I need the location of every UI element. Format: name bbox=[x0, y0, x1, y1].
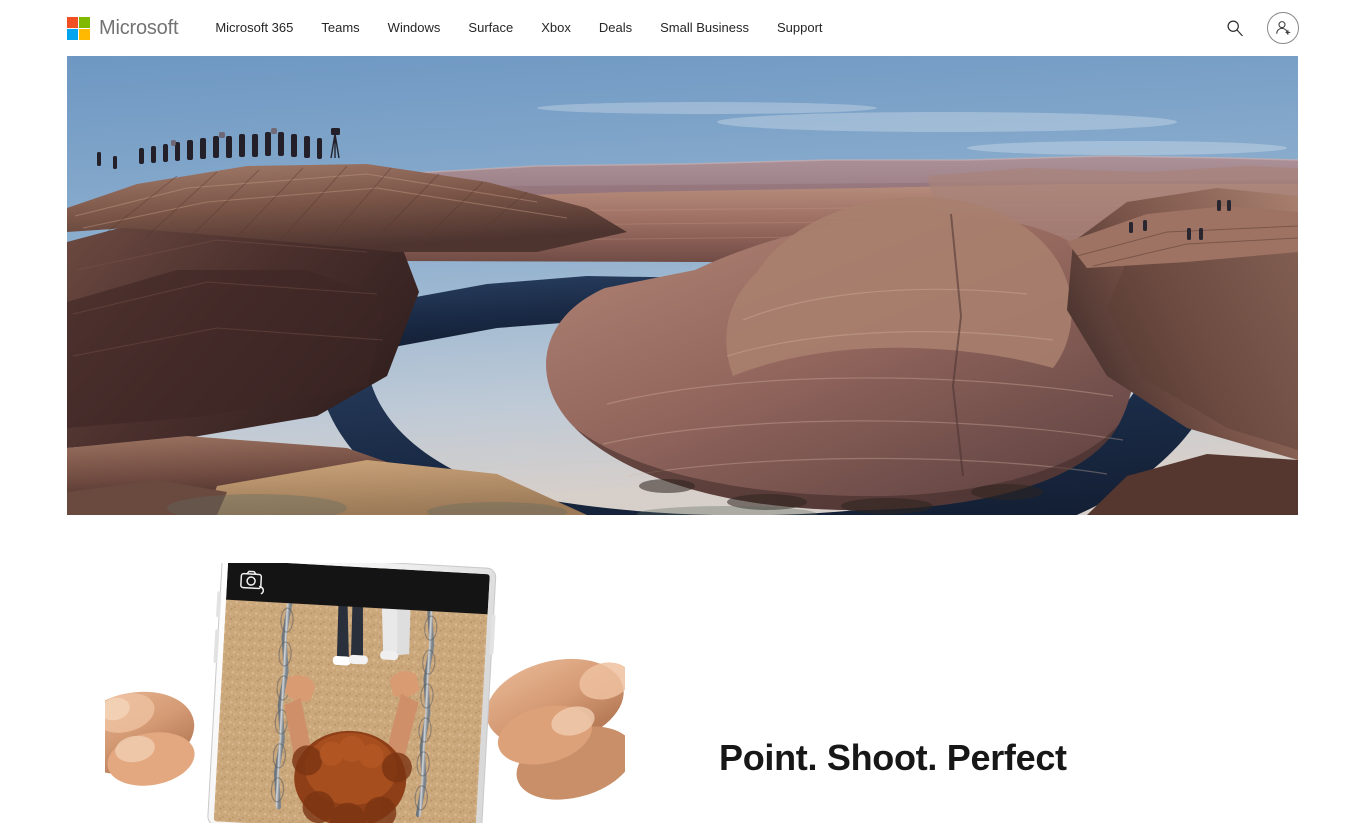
nav-item-windows[interactable]: Windows bbox=[374, 0, 455, 56]
header-actions bbox=[1221, 0, 1299, 56]
hero-image bbox=[67, 56, 1298, 515]
hero-banner[interactable] bbox=[67, 56, 1298, 515]
nav-item-deals[interactable]: Deals bbox=[585, 0, 646, 56]
brand-name: Microsoft bbox=[99, 17, 179, 39]
nav-item-xbox[interactable]: Xbox bbox=[527, 0, 585, 56]
site-header: Microsoft Microsoft 365 Teams Windows Su… bbox=[0, 0, 1366, 56]
nav-item-support[interactable]: Support bbox=[763, 0, 837, 56]
phone-device bbox=[207, 553, 497, 828]
nav-item-teams[interactable]: Teams bbox=[307, 0, 373, 56]
nav-item-microsoft-365[interactable]: Microsoft 365 bbox=[201, 0, 307, 56]
microsoft-squares-logo bbox=[67, 16, 90, 40]
logo-square-blue bbox=[67, 28, 78, 40]
primary-navigation: Microsoft 365 Teams Windows Surface Xbox… bbox=[201, 0, 836, 56]
logo-square-yellow bbox=[79, 28, 90, 40]
nav-item-surface[interactable]: Surface bbox=[454, 0, 527, 56]
feature-heading: Point. Shoot. Perfect bbox=[719, 737, 1067, 778]
search-button[interactable] bbox=[1221, 14, 1249, 42]
phone-in-hands bbox=[71, 553, 634, 828]
microsoft-logo-link[interactable]: Microsoft bbox=[67, 16, 179, 40]
feature-section: Point. Shoot. Perfect bbox=[0, 515, 1366, 828]
nav-item-small-business[interactable]: Small Business bbox=[646, 0, 763, 56]
account-button[interactable] bbox=[1267, 12, 1299, 44]
search-icon bbox=[1227, 20, 1243, 37]
logo-square-red bbox=[67, 16, 78, 28]
person-add-icon bbox=[1276, 21, 1291, 35]
logo-square-green bbox=[79, 16, 90, 28]
feature-copy: Point. Shoot. Perfect bbox=[719, 737, 1279, 778]
phone-image bbox=[71, 553, 634, 828]
